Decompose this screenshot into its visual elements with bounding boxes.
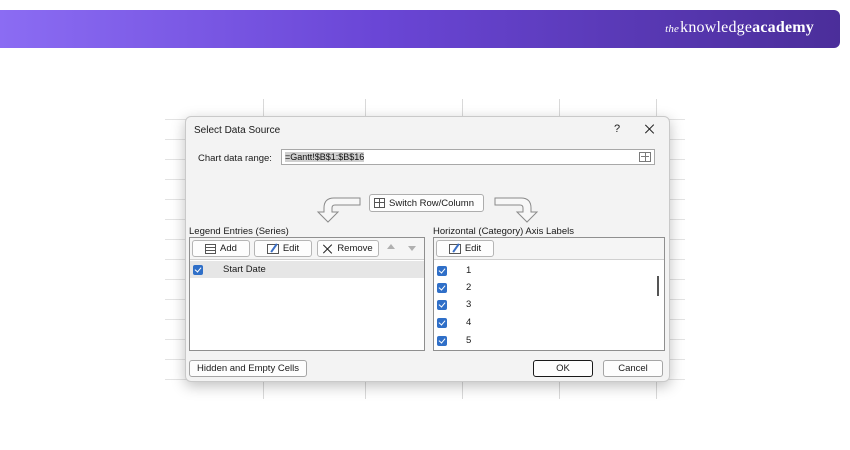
move-down-icon[interactable] [408, 246, 416, 251]
list-item[interactable]: 5 [434, 332, 664, 349]
move-up-icon[interactable] [387, 244, 395, 249]
legend-entries-label: Legend Entries (Series) [189, 226, 289, 237]
help-button[interactable]: ? [610, 123, 624, 135]
curved-arrow-left-icon [316, 197, 361, 223]
chart-data-range-label: Chart data range: [198, 153, 272, 164]
checkbox[interactable] [437, 317, 447, 328]
add-series-label: Add [220, 243, 237, 254]
add-series-button[interactable]: Add [192, 240, 250, 257]
remove-series-label: Remove [337, 243, 373, 254]
list-item[interactable]: 1 [434, 262, 664, 279]
edit-series-button[interactable]: Edit [254, 240, 312, 257]
list-item[interactable]: 2 [434, 279, 664, 296]
checkbox[interactable] [193, 264, 203, 275]
checkbox[interactable] [437, 299, 447, 310]
edit-axis-label: Edit [464, 243, 482, 254]
checkbox[interactable] [437, 265, 447, 276]
chart-data-range-input[interactable]: =Gantt!$B$1:$B$16 [281, 149, 655, 165]
brand-word-knowledge: knowledge [680, 19, 753, 36]
edit-axis-button[interactable]: Edit [436, 240, 494, 257]
axis-label-value: 2 [466, 282, 472, 293]
brand-logo: theknowledgeacademy [665, 19, 814, 37]
axis-labels-panel: Edit 1 2 3 4 5 [433, 237, 665, 351]
curved-arrow-right-icon [494, 197, 539, 223]
scrollbar-thumb[interactable] [657, 276, 659, 296]
hidden-empty-cells-button[interactable]: Hidden and Empty Cells [189, 360, 307, 377]
axis-label-value: 5 [466, 335, 472, 346]
legend-toolbar: Add Edit Remove [190, 238, 424, 260]
switch-grid-icon [374, 198, 385, 208]
edit-series-label: Edit [282, 243, 300, 254]
brand-banner: theknowledgeacademy [0, 10, 840, 48]
cancel-button[interactable]: Cancel [603, 360, 663, 377]
range-picker-icon[interactable] [639, 152, 651, 162]
brand-word-academy: academy [752, 19, 814, 36]
select-data-source-dialog: Select Data Source ? Chart data range: =… [185, 116, 670, 382]
ok-button[interactable]: OK [533, 360, 593, 377]
remove-series-button[interactable]: Remove [317, 240, 379, 257]
series-name: Start Date [223, 264, 266, 275]
edit-icon [448, 243, 461, 254]
add-table-icon [205, 243, 217, 254]
axis-label-value: 3 [466, 299, 472, 310]
legend-entries-panel: Add Edit Remove Start Date [189, 237, 425, 351]
list-item[interactable]: 3 [434, 296, 664, 313]
chart-data-range-value: =Gantt!$B$1:$B$16 [285, 152, 365, 162]
remove-x-icon [323, 244, 333, 254]
edit-icon [266, 243, 279, 254]
axis-label-value: 1 [466, 265, 472, 276]
checkbox[interactable] [437, 282, 447, 293]
close-icon[interactable] [641, 121, 659, 137]
switch-row-column-label: Switch Row/Column [389, 197, 474, 209]
switch-row-column-button[interactable]: Switch Row/Column [369, 194, 484, 212]
checkbox[interactable] [437, 335, 447, 346]
axis-label-value: 4 [466, 317, 472, 328]
axis-toolbar: Edit [434, 238, 664, 260]
list-item[interactable]: 4 [434, 314, 664, 331]
axis-labels-label: Horizontal (Category) Axis Labels [433, 226, 574, 237]
brand-prefix: the [665, 23, 680, 35]
list-item[interactable]: Start Date [190, 261, 424, 278]
dialog-title: Select Data Source [194, 125, 281, 136]
